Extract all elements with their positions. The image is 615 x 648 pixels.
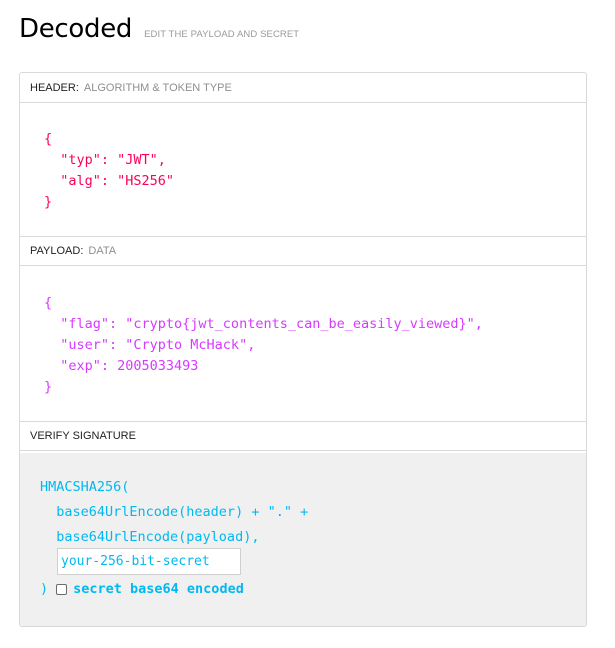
page-title: Decoded xyxy=(19,14,133,44)
header-section-label: HEADER: xyxy=(30,81,79,94)
verify-section-label: VERIFY SIGNATURE xyxy=(30,430,136,442)
payload-section-header: PAYLOAD: DATA xyxy=(20,236,586,266)
header-json-editor[interactable]: { "typ": "JWT", "alg": "HS256" } xyxy=(44,129,586,213)
verify-section-header: VERIFY SIGNATURE xyxy=(20,421,586,451)
secret-base64-checkbox[interactable] xyxy=(56,583,68,595)
decoded-heading: Decoded EDIT THE PAYLOAD AND SECRET xyxy=(19,14,299,44)
header-section-header: HEADER: ALGORITHM & TOKEN TYPE xyxy=(20,73,586,103)
hmac-code: HMACSHA256( base64UrlEncode(header) + ".… xyxy=(40,479,309,545)
payload-json-editor[interactable]: { "flag": "crypto{jwt_contents_can_be_ea… xyxy=(44,293,586,398)
close-paren: ) xyxy=(40,581,49,597)
verify-signature-body: HMACSHA256( base64UrlEncode(header) + ".… xyxy=(20,453,586,626)
payload-section-sublabel: DATA xyxy=(88,245,117,257)
payload-section-label: PAYLOAD: xyxy=(30,245,84,257)
secret-base64-label[interactable]: secret base64 encoded xyxy=(73,581,244,597)
page-subtitle: EDIT THE PAYLOAD AND SECRET xyxy=(144,29,300,40)
verify-close-row: ) secret base64 encoded xyxy=(40,581,244,597)
decoded-panel: HEADER: ALGORITHM & TOKEN TYPE { "typ": … xyxy=(19,72,587,627)
header-section-sublabel: ALGORITHM & TOKEN TYPE xyxy=(83,81,232,94)
secret-input[interactable] xyxy=(57,548,241,575)
